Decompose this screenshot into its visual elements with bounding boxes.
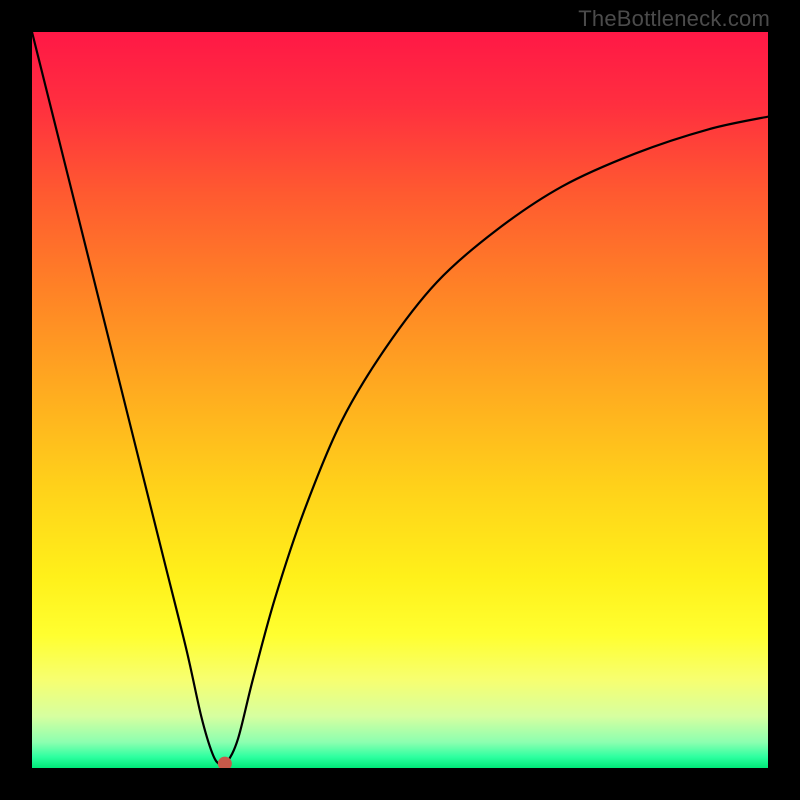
chart-frame: TheBottleneck.com <box>0 0 800 800</box>
chart-svg <box>32 32 768 768</box>
chart-background <box>32 32 768 768</box>
watermark-text: TheBottleneck.com <box>578 6 770 32</box>
chart-plot-area <box>32 32 768 768</box>
